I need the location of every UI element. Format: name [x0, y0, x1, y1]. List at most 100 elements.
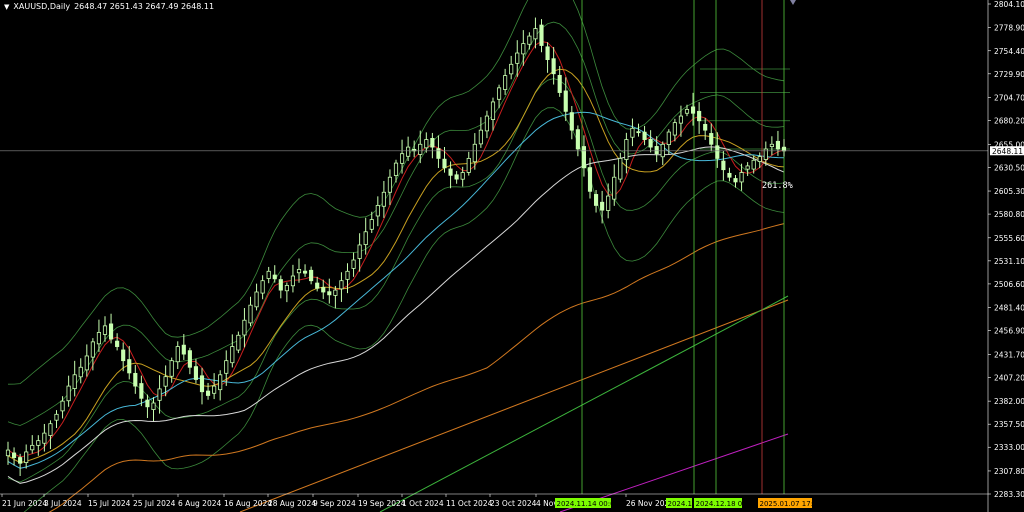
candle-bull — [212, 385, 217, 394]
ohlc-values: 2648.47 2651.43 2647.49 2648.11 — [74, 2, 215, 11]
candle-bull — [345, 270, 350, 280]
candle-bull — [66, 385, 71, 402]
candle-bear — [636, 131, 641, 134]
candle-bull — [533, 28, 538, 40]
candle-bull — [284, 285, 289, 292]
candle-bull — [84, 355, 89, 371]
price-tick-label: 2630.50 — [994, 163, 1024, 172]
candle-bull — [369, 219, 374, 230]
candle-bull — [478, 129, 483, 145]
candle-bull — [466, 157, 471, 173]
vertical-tag-text: 2024.11.14 00:00 — [557, 500, 619, 508]
price-tick-label: 2283.30 — [994, 490, 1024, 499]
candle-bull — [399, 153, 405, 164]
candle-bull — [96, 332, 102, 345]
candle-bull — [24, 451, 29, 463]
candle-bull — [78, 366, 83, 378]
candle-bull — [230, 346, 235, 364]
candle-bull — [527, 35, 532, 45]
candle-bull — [515, 52, 520, 64]
price-chart[interactable]: 2804.10 2778.90 2754.40 2729.90 2704.70 2680.… — [0, 0, 1024, 512]
price-tick-label: 2407.20 — [994, 373, 1024, 382]
candle-bear — [642, 131, 647, 140]
current-price-tag: 2648.11 — [990, 146, 1024, 156]
vertical-tag-text: 2024.12.18 00 — [696, 500, 747, 508]
candle-bear — [581, 146, 587, 169]
candle-bull — [490, 101, 496, 120]
time-tick-label: 16 Aug 2024 — [224, 499, 272, 508]
price-tick-label: 2506.60 — [994, 280, 1024, 289]
candle-bull — [163, 376, 168, 387]
candle-bull — [460, 172, 465, 180]
candle-bull — [406, 146, 411, 157]
time-tick-label: 23 Oct 2024 — [490, 499, 537, 508]
candle-bear — [697, 110, 702, 122]
candle-bull — [381, 191, 386, 207]
candle-bull — [757, 156, 762, 162]
time-tick-label: 28 Aug 2024 — [268, 499, 316, 508]
candle-bear — [721, 160, 726, 171]
candle-bear — [199, 375, 205, 393]
candle-bull — [672, 122, 677, 136]
candle-bull — [339, 280, 344, 290]
candle-bear — [727, 172, 732, 178]
candle-bull — [612, 176, 617, 200]
candle-bear — [654, 146, 659, 155]
candle-bear — [11, 452, 17, 458]
candle-bull — [30, 444, 35, 451]
price-tick-label: 2704.70 — [994, 94, 1024, 103]
candle-bull — [606, 195, 611, 211]
candle-bull — [739, 172, 744, 183]
candle-bull — [333, 289, 338, 296]
candle-bear — [278, 279, 283, 291]
price-tick-label: 2456.90 — [994, 327, 1024, 336]
candle-bear — [127, 359, 132, 374]
candle-bear — [545, 46, 550, 61]
candle-bear — [309, 269, 314, 282]
price-tick-label: 2357.50 — [994, 420, 1024, 429]
price-tick-label: 2680.20 — [994, 117, 1024, 126]
candle-bear — [181, 344, 186, 355]
candle-bull — [248, 304, 253, 324]
candle-bull — [60, 400, 65, 412]
candle-bear — [121, 349, 126, 362]
candle-bull — [351, 259, 356, 269]
candle-bear — [781, 146, 787, 152]
candle-bull — [630, 127, 635, 138]
candle-bull — [424, 139, 429, 149]
time-tick-label: 3 Jul 2024 — [44, 499, 82, 508]
candle-bull — [393, 162, 399, 176]
price-tick-label: 2804.10 — [994, 0, 1024, 9]
candle-bear — [430, 137, 435, 148]
candle-bear — [145, 399, 150, 408]
time-tick-label: 1 Oct 2024 — [402, 499, 444, 508]
dropdown-triangle-icon[interactable]: ▼ — [4, 3, 9, 11]
candle-bull — [509, 63, 514, 75]
vertical-line-tags: 2024.11.14 00:002024.12024.12.18 002024.… — [555, 498, 822, 508]
candle-bear — [563, 90, 568, 112]
candle-bull — [666, 131, 671, 145]
price-tick-label: 2481.40 — [994, 304, 1024, 313]
candle-bear — [187, 350, 192, 368]
price-tick-label: 2778.90 — [994, 24, 1024, 33]
candle-bear — [593, 194, 599, 206]
candle-bear — [600, 201, 605, 211]
candle-bull — [296, 269, 302, 274]
candle-bear — [569, 112, 574, 131]
price-tick-label: 2605.30 — [994, 187, 1024, 196]
candle-bull — [484, 115, 490, 132]
candle-bear — [587, 167, 593, 192]
time-tick-label: 11 Oct 2024 — [446, 499, 493, 508]
candle-bear — [18, 457, 23, 464]
price-tick-label: 2307.80 — [994, 467, 1024, 476]
time-tick-label: 21 Jun 2024 — [2, 499, 47, 508]
candle-bear — [442, 158, 447, 169]
candle-bull — [218, 374, 223, 391]
candle-bear — [302, 270, 308, 274]
candle-bull — [375, 205, 380, 217]
vertical-tag-text: 2024.1 — [668, 500, 693, 508]
chart-header: ▼ XAUUSD,Daily 2648.47 2651.43 2647.49 2… — [4, 2, 214, 11]
candle-bear — [551, 58, 556, 75]
candle-bull — [521, 43, 526, 55]
candle-bull — [72, 374, 77, 389]
